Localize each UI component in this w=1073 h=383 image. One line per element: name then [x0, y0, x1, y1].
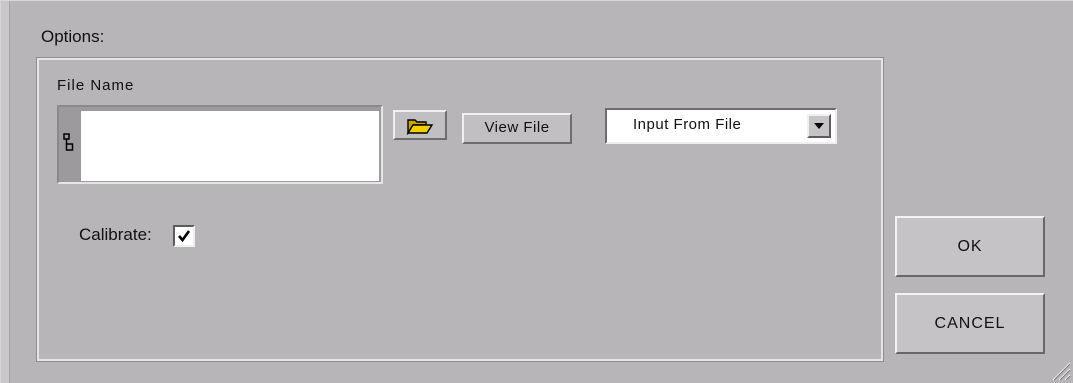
ok-button[interactable]: OK: [895, 216, 1045, 277]
source-select-value: Input From File: [633, 116, 742, 133]
cancel-button[interactable]: CANCEL: [895, 293, 1045, 354]
resize-grip-icon[interactable]: [1049, 359, 1071, 381]
calibrate-label: Calibrate:: [79, 225, 152, 244]
browse-button[interactable]: [393, 110, 447, 140]
path-icon[interactable]: [63, 133, 75, 153]
calibrate-checkbox[interactable]: [173, 225, 195, 247]
chevron-down-icon: [814, 123, 824, 129]
folder-open-icon: [406, 117, 434, 140]
window-left-edge: [1, 1, 10, 383]
options-dialog: Options: File Name View File Input From …: [0, 0, 1073, 383]
file-name-label: File Name: [57, 77, 135, 94]
view-file-button[interactable]: View File: [462, 113, 572, 144]
check-icon: [178, 230, 191, 243]
options-groupbox: [36, 57, 884, 362]
source-select[interactable]: Input From File: [605, 108, 837, 144]
options-group-title: Options:: [41, 27, 105, 46]
file-name-input[interactable]: [81, 111, 379, 181]
dropdown-arrow-button[interactable]: [807, 114, 831, 138]
